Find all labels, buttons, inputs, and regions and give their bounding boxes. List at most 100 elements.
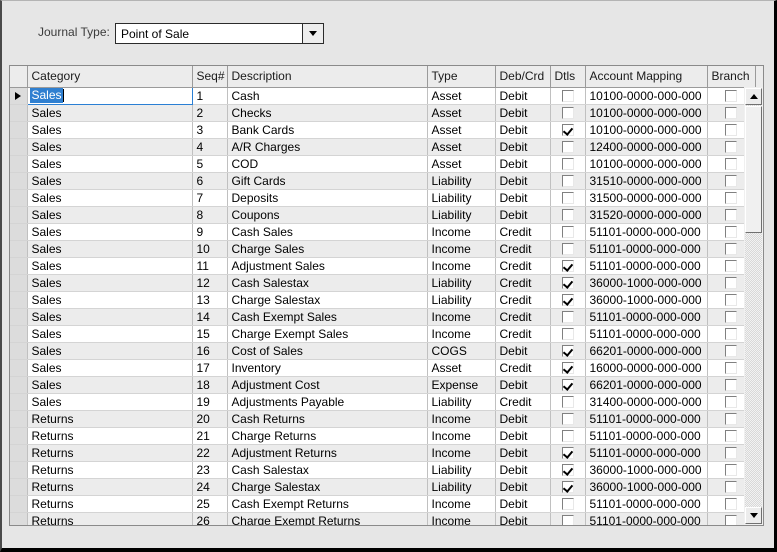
cell-account-mapping[interactable]: 10100-0000-000-000 [585,87,708,105]
cell-seq[interactable]: 18 [192,376,228,394]
cell-debcrd[interactable]: Debit [495,189,551,207]
cell-description[interactable]: Cash Exempt Sales [227,308,428,326]
cell-seq[interactable]: 1 [192,87,228,105]
cell-debcrd[interactable]: Credit [495,393,551,411]
cell-dtls[interactable] [550,274,586,292]
cell-seq[interactable]: 3 [192,121,228,139]
table-row[interactable]: Sales 17 Inventory Asset Credit 16000-0000-00… [10,359,763,377]
cell-editor[interactable]: Sales [28,88,64,103]
cell-debcrd[interactable]: Credit [495,240,551,258]
cell-category[interactable]: Sales [27,223,193,241]
checkbox-unchecked-icon[interactable] [725,515,737,525]
table-row[interactable]: Returns 21 Charge Returns Income Debit 51101-… [10,427,763,445]
cell-account-mapping[interactable]: 31400-0000-000-000 [585,393,708,411]
table-row[interactable]: Sales 13 Charge Salestax Liability Credit 360… [10,291,763,309]
cell-seq[interactable]: 24 [192,478,228,496]
cell-seq[interactable]: 25 [192,495,228,513]
checkbox-unchecked-icon[interactable] [725,107,737,119]
cell-account-mapping[interactable]: 51101-0000-000-000 [585,240,708,258]
cell-description[interactable]: Coupons [227,206,428,224]
checkbox-unchecked-icon[interactable] [725,175,737,187]
cell-account-mapping[interactable]: 51101-0000-000-000 [585,257,708,275]
cell-account-mapping[interactable]: 51101-0000-000-000 [585,410,708,428]
cell-description[interactable]: Bank Cards [227,121,428,139]
cell-dtls[interactable] [550,444,586,462]
checkbox-unchecked-icon[interactable] [725,294,737,306]
cell-seq[interactable]: 6 [192,172,228,190]
row-selector-cell[interactable] [10,376,28,394]
cell-account-mapping[interactable]: 51101-0000-000-000 [585,495,708,513]
cell-debcrd[interactable]: Debit [495,87,551,105]
column-header-seq[interactable]: Seq# [192,66,228,88]
cell-category[interactable]: Sales [27,376,193,394]
cell-description[interactable]: Charge Salestax [227,478,428,496]
cell-account-mapping[interactable]: 66201-0000-000-000 [585,342,708,360]
cell-category[interactable]: Returns [27,444,193,462]
checkbox-unchecked-icon[interactable] [725,447,737,459]
cell-category[interactable]: Sales [27,240,193,258]
checkbox-unchecked-icon[interactable] [725,464,737,476]
cell-debcrd[interactable]: Debit [495,444,551,462]
cell-dtls[interactable] [550,104,586,122]
cell-account-mapping[interactable]: 36000-1000-000-000 [585,461,708,479]
cell-dtls[interactable] [550,172,586,190]
cell-account-mapping[interactable]: 51101-0000-000-000 [585,223,708,241]
row-selector-cell[interactable] [10,138,28,156]
cell-description[interactable]: Adjustment Returns [227,444,428,462]
cell-seq[interactable]: 7 [192,189,228,207]
cell-debcrd[interactable]: Credit [495,257,551,275]
cell-description[interactable]: Checks [227,104,428,122]
cell-type[interactable]: Liability [427,189,496,207]
cell-description[interactable]: Adjustment Cost [227,376,428,394]
checkbox-unchecked-icon[interactable] [561,430,574,442]
checkbox-unchecked-icon[interactable] [561,90,574,102]
cell-seq[interactable]: 13 [192,291,228,309]
checkbox-unchecked-icon[interactable] [725,413,737,425]
cell-debcrd[interactable]: Debit [495,342,551,360]
table-row[interactable]: Returns 23 Cash Salestax Liability Debit 3600… [10,461,763,479]
table-row[interactable]: Sales 7 Deposits Liability Debit 31500-0000-0… [10,189,763,207]
cell-category[interactable]: Sales [27,121,193,139]
cell-debcrd[interactable]: Debit [495,155,551,173]
cell-debcrd[interactable]: Debit [495,138,551,156]
checkbox-unchecked-icon[interactable] [561,175,574,187]
table-row[interactable]: Sales 14 Cash Exempt Sales Income Credit 5110… [10,308,763,326]
cell-description[interactable]: Cost of Sales [227,342,428,360]
cell-category[interactable]: Sales [27,393,193,411]
cell-seq[interactable]: 12 [192,274,228,292]
cell-debcrd[interactable]: Debit [495,172,551,190]
cell-type[interactable]: Asset [427,359,496,377]
cell-dtls[interactable] [550,427,586,445]
cell-type[interactable]: Liability [427,206,496,224]
journal-mapping-grid[interactable]: Category Seq# Description Type Deb/Crd D… [9,65,764,526]
row-selector-cell[interactable] [10,427,28,445]
cell-category[interactable]: Returns [27,512,193,525]
checkbox-unchecked-icon[interactable] [725,124,737,136]
cell-description[interactable]: Charge Salestax [227,291,428,309]
cell-description[interactable]: Charge Exempt Sales [227,325,428,343]
row-selector-cell[interactable] [10,410,28,428]
checkbox-unchecked-icon[interactable] [725,481,737,493]
cell-seq[interactable]: 17 [192,359,228,377]
cell-account-mapping[interactable]: 51101-0000-000-000 [585,308,708,326]
checkbox-unchecked-icon[interactable] [725,362,737,374]
column-header-branch[interactable]: Branch [707,66,756,88]
table-row[interactable]: Sales 16 Cost of Sales COGS Debit 66201-0000-… [10,342,763,360]
cell-description[interactable]: Inventory [227,359,428,377]
column-header-account-mapping[interactable]: Account Mapping [585,66,708,88]
cell-seq[interactable]: 10 [192,240,228,258]
cell-account-mapping[interactable]: 10100-0000-000-000 [585,155,708,173]
cell-debcrd[interactable]: Debit [495,206,551,224]
cell-dtls[interactable] [550,512,586,525]
cell-category[interactable]: Sales [27,257,193,275]
row-selector-cell[interactable] [10,461,28,479]
cell-dtls[interactable] [550,308,586,326]
cell-description[interactable]: Cash Exempt Returns [227,495,428,513]
journal-type-dropdown[interactable]: Point of Sale [115,23,324,44]
chevron-down-icon[interactable] [302,24,323,43]
checkbox-unchecked-icon[interactable] [725,226,737,238]
checkbox-checked-icon[interactable] [561,464,574,476]
cell-type[interactable]: Asset [427,104,496,122]
checkbox-unchecked-icon[interactable] [725,90,737,102]
table-row[interactable]: Returns 25 Cash Exempt Returns Income Debit 5… [10,495,763,513]
